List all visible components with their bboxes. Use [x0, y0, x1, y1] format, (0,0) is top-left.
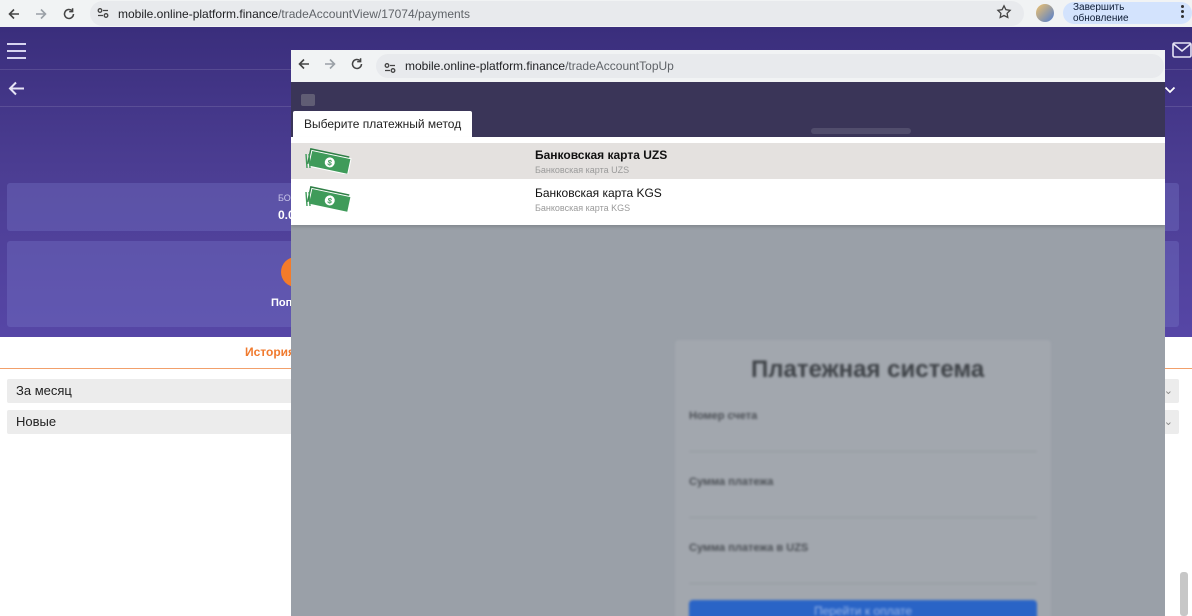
mail-icon[interactable] [1172, 42, 1192, 63]
reload-icon[interactable] [350, 57, 364, 76]
url-host: mobile.online-platform.finance [118, 6, 279, 21]
url-path: /tradeAccountView/17074/payments [278, 6, 470, 21]
url-path: /tradeAccountTopUp [565, 59, 674, 73]
payment-method-item[interactable]: $ Банковская карта UZS Банковская карта … [291, 143, 1165, 179]
proceed-to-payment-button[interactable]: Перейти к оплате [689, 600, 1037, 616]
browser-toolbar: mobile.online-platform.finance/tradeAcco… [0, 0, 1192, 27]
update-button-label: Завершить обновление [1073, 2, 1129, 24]
site-info-icon[interactable] [96, 6, 110, 23]
url-host: mobile.online-platform.finance [405, 59, 566, 73]
back-icon[interactable] [297, 57, 311, 76]
payment-method-chooser-title: Выберите платежный метод [293, 111, 473, 138]
money-bill-icon: $ [304, 148, 352, 179]
payment-method-list: $ Банковская карта UZS Банковская карта … [291, 137, 1165, 225]
profile-avatar[interactable] [1036, 4, 1054, 22]
payment-form-title: Платежная система [751, 356, 985, 383]
payment-method-name: Банковская карта KGS [535, 186, 662, 200]
site-info-icon[interactable] [383, 59, 397, 83]
address-bar[interactable]: mobile.online-platform.finance/tradeAcco… [90, 1, 1024, 26]
amount-uzs-label: Сумма платежа в UZS [689, 542, 809, 554]
chevron-down-icon[interactable] [1164, 82, 1176, 100]
reload-icon[interactable] [55, 0, 83, 27]
popup-window: mobile.online-platform.finance/tradeAcco… [291, 50, 1165, 616]
payment-method-subtitle: Банковская карта KGS [535, 203, 631, 213]
chevron-down-icon: ⌄ [1163, 385, 1173, 397]
payment-form-card: Платежная система Номер счета Сумма плат… [675, 340, 1051, 616]
period-filter-value: За месяц [16, 383, 72, 398]
scrollbar[interactable] [1180, 572, 1188, 616]
back-arrow-icon[interactable] [8, 81, 25, 101]
forward-icon[interactable] [27, 0, 55, 27]
update-button[interactable]: Завершить обновление [1063, 2, 1192, 24]
amount-label: Сумма платежа [689, 476, 774, 488]
header-title-placeholder [811, 128, 911, 134]
popup-address-bar[interactable]: mobile.online-platform.finance/tradeAcco… [376, 54, 1164, 78]
payment-method-subtitle: Банковская карта UZS [535, 165, 630, 175]
hamburger-menu-icon[interactable] [7, 43, 26, 64]
chevron-down-icon: ⌄ [1163, 416, 1173, 428]
balance-label: БО [278, 193, 291, 203]
topup-label: Поп [271, 297, 293, 309]
bookmark-star-icon[interactable] [996, 4, 1012, 25]
money-bill-icon: $ [304, 186, 352, 217]
amount-field[interactable] [689, 496, 1037, 518]
menu-icon [301, 94, 315, 106]
tab-history[interactable]: История [245, 345, 295, 359]
popup-toolbar: mobile.online-platform.finance/tradeAcco… [291, 50, 1165, 82]
payment-method-name: Банковская карта UZS [535, 148, 668, 162]
account-number-label: Номер счета [689, 410, 758, 422]
account-number-field[interactable] [689, 430, 1037, 452]
menu-kebab-icon[interactable] [1181, 5, 1185, 20]
amount-uzs-field[interactable] [689, 562, 1037, 584]
forward-icon[interactable] [323, 57, 337, 76]
back-icon[interactable] [0, 0, 28, 27]
payment-method-item[interactable]: $ Банковская карта KGS Банковская карта … [291, 181, 1165, 217]
status-filter-value: Новые [16, 414, 57, 429]
